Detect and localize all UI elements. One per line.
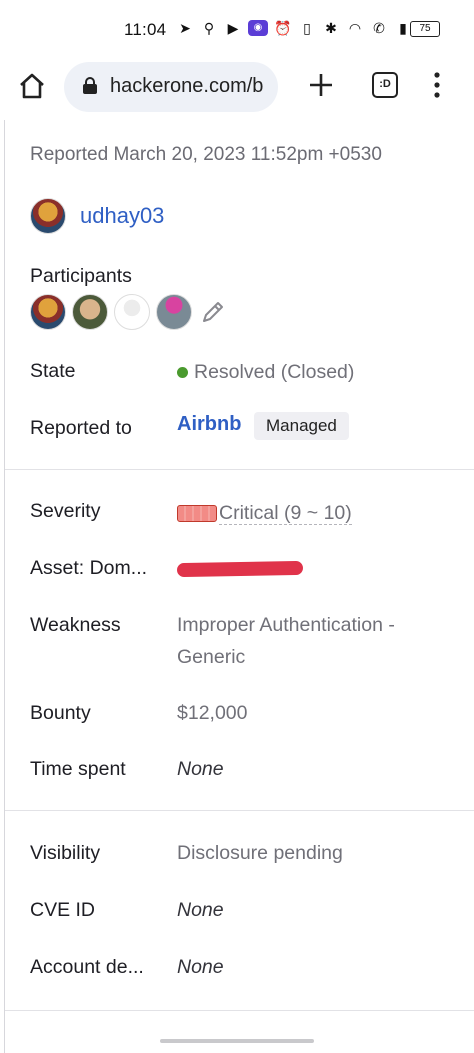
location-icon: ⚲: [203, 20, 215, 36]
severity-text: Critical (9 ~ 10): [219, 502, 352, 525]
vibrate-icon: ▯: [303, 20, 311, 36]
weakness-line-1: Improper Authentication -: [177, 614, 395, 636]
state-text: Resolved (Closed): [194, 361, 355, 383]
state-value: Resolved (Closed): [177, 356, 354, 388]
divider: [5, 469, 474, 470]
more-options-icon[interactable]: [428, 70, 446, 100]
managed-badge: Managed: [254, 412, 349, 440]
weakness-label: Weakness: [30, 614, 121, 636]
severity-value[interactable]: Critical (9 ~ 10): [177, 497, 352, 529]
program-link[interactable]: Airbnb: [177, 413, 241, 436]
participants-label: Participants: [30, 265, 132, 287]
gesture-handle[interactable]: [160, 1039, 314, 1043]
divider: [5, 810, 474, 811]
url-text: hackerone.com/b: [110, 75, 264, 97]
cve-id-value: None: [177, 899, 224, 921]
lock-icon: [83, 77, 97, 94]
wifi-icon: ◠: [348, 20, 362, 36]
participant-avatar[interactable]: [30, 294, 66, 330]
call-icon: ✆: [373, 20, 385, 36]
cve-id-label: CVE ID: [30, 899, 96, 921]
participant-avatar[interactable]: [156, 294, 192, 330]
reported-to-label: Reported to: [30, 417, 132, 439]
divider: [5, 1010, 474, 1011]
status-time: 11:04: [124, 20, 167, 39]
visibility-value: Disclosure pending: [177, 842, 343, 864]
redacted-asset: [176, 560, 304, 578]
severity-label: Severity: [30, 500, 101, 522]
alarm-icon: ⏰: [274, 20, 292, 36]
visibility-label: Visibility: [30, 842, 101, 864]
browser-toolbar: hackerone.com/b :D: [0, 58, 474, 118]
address-bar[interactable]: hackerone.com/b: [64, 62, 278, 112]
time-spent-value: None: [177, 758, 224, 780]
status-icons: ➤ ⚲ ▶ ◉ ⏰ ▯ ✱ ◠ ✆ ▮: [176, 19, 412, 37]
reporter-avatar: [30, 198, 66, 234]
bluetooth-icon: ✱: [325, 20, 337, 36]
report-details-panel: Reported March 20, 2023 11:52pm +0530 ud…: [4, 120, 474, 1053]
home-icon[interactable]: [16, 70, 48, 102]
battery-icon: 75: [410, 21, 440, 37]
time-spent-label: Time spent: [30, 758, 126, 780]
account-label: Account de...: [30, 956, 144, 978]
bounty-label: Bounty: [30, 702, 91, 724]
account-value: None: [177, 956, 224, 978]
reporter[interactable]: udhay03: [30, 198, 164, 234]
youtube-icon: ▶: [227, 20, 239, 36]
reported-date: Reported March 20, 2023 11:52pm +0530: [30, 144, 382, 165]
state-label: State: [30, 360, 76, 382]
tab-switcher-button[interactable]: :D: [372, 72, 398, 98]
app-notification-icon: ◉: [248, 20, 268, 36]
participant-avatar[interactable]: [114, 294, 150, 330]
status-bar: 11:04 ➤ ⚲ ▶ ◉ ⏰ ▯ ✱ ◠ ✆ ▮ 75: [0, 0, 474, 58]
severity-meter: [177, 505, 217, 523]
asset-label: Asset: Dom...: [30, 557, 148, 579]
weakness-value: Improper Authentication - Generic: [177, 609, 395, 673]
telegram-icon: ➤: [179, 20, 191, 36]
bounty-value: $12,000: [177, 702, 248, 724]
weakness-line-2: Generic: [177, 646, 246, 668]
status-dot-icon: [177, 367, 188, 379]
participant-avatar[interactable]: [72, 294, 108, 330]
new-tab-icon[interactable]: [306, 70, 336, 100]
participants-list: [30, 294, 226, 330]
reporter-username[interactable]: udhay03: [80, 203, 164, 229]
pencil-icon[interactable]: [200, 299, 226, 325]
